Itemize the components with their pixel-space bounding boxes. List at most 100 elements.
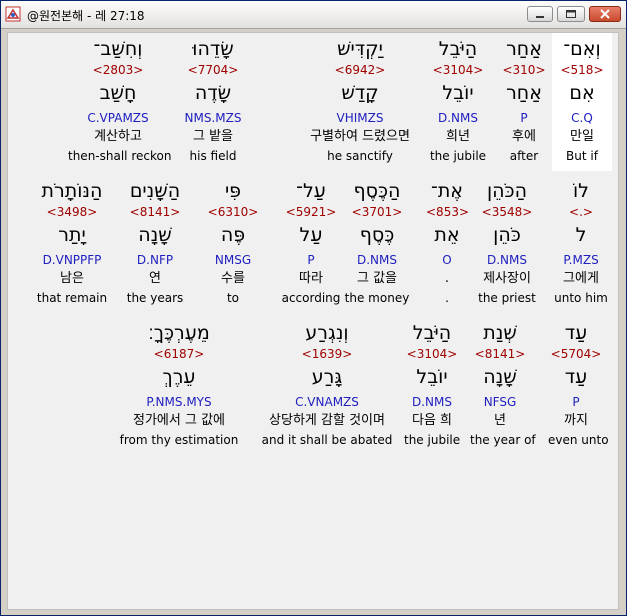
korean-gloss: 그 값을	[356, 271, 397, 286]
lemma-word: כֶּסֶף	[359, 224, 395, 246]
strong-number: <8141>	[474, 347, 526, 361]
english-gloss: according	[281, 291, 341, 305]
word-cell[interactable]: וְחִשַּׁב־ <2803> חָשַׁב C.VPAMZS 계산하고 then-s…	[68, 33, 171, 171]
strong-number: <2803>	[92, 63, 144, 77]
morph-code: P	[572, 395, 580, 409]
morph-code: VHIMZS	[336, 111, 384, 125]
word-cell[interactable]: הַנּוֹתָרֹת <3498> יָתַר D.VNPPFP 남은 that rem…	[34, 175, 110, 313]
strong-number: <.>	[569, 205, 593, 219]
word-cell[interactable]: הַיֹּבֵל <3104> יוֹבֵל D.NMS 희년 the jubile	[424, 33, 492, 171]
korean-gloss: 그 밭을	[192, 129, 233, 144]
strong-number: <7704>	[187, 63, 239, 77]
title-bar[interactable]: @원전본해 - 레 27:18	[1, 1, 626, 29]
hebrew-word: הַכֹּהֵן	[486, 180, 528, 202]
morph-code: C.VNAMZS	[295, 395, 359, 409]
korean-gloss: 상당하게 감할 것이며	[269, 413, 385, 428]
english-gloss: the years	[126, 291, 184, 305]
word-cell[interactable]: וְאִם־ <518> אִם C.Q 만일 But if	[552, 33, 612, 171]
lemma-word: אַחַר	[506, 82, 542, 104]
korean-gloss: 제사장이	[483, 271, 531, 286]
strong-number: <6187>	[153, 347, 205, 361]
hebrew-word: עַד	[564, 322, 588, 344]
word-cell[interactable]: וְנִגְרַע <1639> גָּרַע C.VNAMZS 상당하게 감할 것이며…	[254, 317, 400, 455]
hebrew-word: שְׁנַת	[483, 322, 517, 344]
hebrew-word: הַשָּׁנִים	[129, 180, 181, 202]
morph-code: D.NMS	[486, 253, 527, 267]
minimize-button[interactable]	[527, 6, 553, 22]
word-cell[interactable]: לוֹ <.> ל P.MZS 그에게 unto him	[554, 175, 608, 313]
strong-number: <518>	[560, 63, 604, 77]
morph-code: C.VPAMZS	[87, 111, 149, 125]
english-gloss: his field	[189, 149, 237, 163]
english-gloss: after	[509, 149, 539, 163]
hebrew-word: לוֹ	[573, 180, 589, 202]
word-cell[interactable]: יַקְדִּישׁ <6942> קָדַשׁ VHIMZS 구별하여 드렸으면 he …	[294, 33, 426, 171]
strong-number: <3498>	[46, 205, 98, 219]
strong-number: <1639>	[301, 347, 353, 361]
strong-number: <3104>	[432, 63, 484, 77]
morph-code: D.NMS	[411, 395, 452, 409]
lemma-word: חָשַׁב	[99, 82, 137, 104]
verse-panel: וְאִם־ <518> אִם C.Q 만일 But if אַחַר <310> אַחַר…	[7, 32, 619, 610]
hebrew-word: מֵעֶרְכֶּךָ׃	[148, 322, 210, 344]
korean-gloss: 계산하고	[94, 129, 142, 144]
lemma-word: פֶּה	[220, 224, 246, 246]
english-gloss: .	[445, 291, 449, 305]
maximize-icon	[566, 10, 576, 18]
strong-number: <3701>	[351, 205, 403, 219]
strong-number: <3548>	[481, 205, 533, 219]
lemma-word: שָׁנָה	[483, 366, 517, 388]
hebrew-word: יַקְדִּישׁ	[337, 38, 383, 60]
korean-gloss: 다음 희	[411, 413, 452, 428]
lemma-word: קָדַשׁ	[341, 82, 379, 104]
hebrew-word: הַכֶּסֶף	[353, 180, 401, 202]
morph-code: D.VNPPFP	[42, 253, 102, 267]
korean-gloss: 그에게	[563, 271, 599, 286]
morph-code: O	[442, 253, 452, 267]
hebrew-word: שָׂדֵהוּ	[192, 38, 234, 60]
morph-code: NFSG	[483, 395, 517, 409]
word-cell[interactable]: שָׂדֵהוּ <7704> שָׂדֶה NMS.MZS 그 밭을 his field	[180, 33, 246, 171]
strong-number: <853>	[426, 205, 470, 219]
korean-gloss: 연	[149, 271, 161, 286]
lemma-word: עַד	[564, 366, 588, 388]
word-cell[interactable]: הַיֹּבֵל <3104> יוֹבֵל D.NMS 다음 희 the jubile	[404, 317, 460, 455]
word-cell[interactable]: מֵעֶרְכֶּךָ׃ <6187> עֵרֶךְ P.NMS.MYS 정가에서 그 …	[116, 317, 242, 455]
word-cell[interactable]: הַכֹּהֵן <3548> כֹּהֵן D.NMS 제사장이 the priest	[476, 175, 538, 313]
english-gloss: the year of	[470, 433, 536, 447]
korean-gloss: 수를	[221, 271, 245, 286]
english-gloss: But if	[566, 149, 598, 163]
lemma-word: אֵת	[434, 224, 460, 246]
korean-gloss: .	[444, 271, 450, 286]
word-cell[interactable]: עַד <5704> עַד P 까지 even unto	[548, 317, 609, 455]
word-cell[interactable]: הַשָּׁנִים <8141> שָׁנָה D.NFP 연 the years	[122, 175, 188, 313]
korean-gloss: 희년	[446, 129, 470, 144]
korean-gloss: 따라	[299, 271, 323, 286]
word-cell[interactable]: הַכֶּסֶף <3701> כֶּסֶף D.NMS 그 값을 the money	[344, 175, 410, 313]
word-cell[interactable]: אַחַר <310> אַחַר P 후에 after	[494, 33, 554, 171]
minimize-icon	[536, 16, 544, 18]
app-icon	[5, 6, 21, 22]
word-cell[interactable]: פִּי <6310> פֶּה NMSG 수를 to	[202, 175, 264, 313]
hebrew-word: הַיֹּבֵל	[412, 322, 452, 344]
word-cell[interactable]: אֶת־ <853> אֵת O..	[426, 175, 470, 313]
word-cell[interactable]: שְׁנַת <8141> שָׁנָה NFSG 년 the year of	[470, 317, 536, 455]
hebrew-word: אֶת־	[430, 180, 464, 202]
english-gloss: and it shall be abated	[261, 433, 393, 447]
strong-number: <8141>	[129, 205, 181, 219]
close-button[interactable]	[589, 6, 621, 22]
hebrew-word: וְחִשַּׁב־	[93, 38, 143, 60]
word-cell[interactable]: עַל־ <5921> עַל P 따라 according	[280, 175, 342, 313]
hebrew-word: פִּי	[224, 180, 242, 202]
korean-gloss: 후에	[512, 129, 536, 144]
maximize-button[interactable]	[557, 6, 585, 22]
morph-code: P	[520, 111, 528, 125]
lemma-word: ל	[575, 224, 587, 246]
english-gloss: to	[226, 291, 240, 305]
lemma-word: יוֹבֵל	[442, 82, 474, 104]
lemma-word: יוֹבֵל	[416, 366, 448, 388]
lemma-word: יָתַר	[58, 224, 86, 246]
hebrew-word: הַיֹּבֵל	[438, 38, 478, 60]
lemma-word: גָּרַע	[311, 366, 343, 388]
korean-gloss: 까지	[564, 413, 588, 428]
